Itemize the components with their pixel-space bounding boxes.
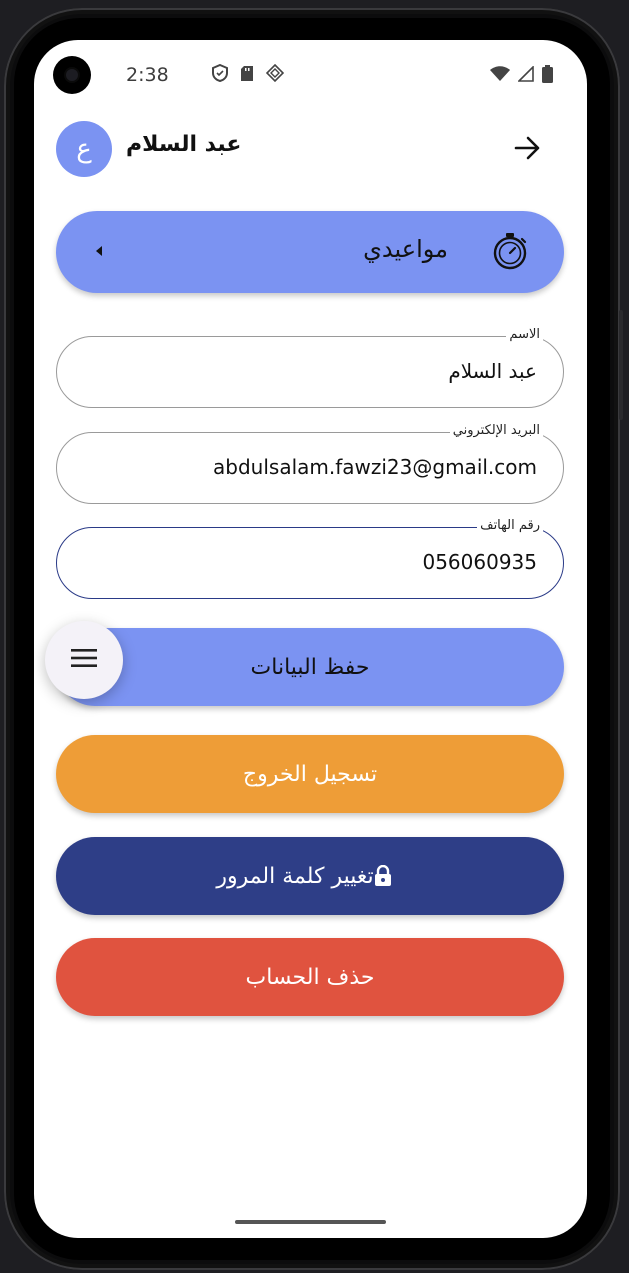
phone-value[interactable]: 056060935 <box>422 550 537 574</box>
caret-left-icon <box>96 246 102 256</box>
save-label: حفظ البيانات <box>250 654 370 680</box>
delete-account-button[interactable]: حذف الحساب <box>56 938 564 1016</box>
delete-account-label: حذف الحساب <box>245 964 375 990</box>
change-password-button[interactable]: تغيير كلمة المرور <box>56 837 564 915</box>
name-value[interactable]: عبد السلام <box>448 359 537 383</box>
timer-icon <box>490 231 530 275</box>
logout-label: تسجيل الخروج <box>242 761 378 787</box>
phone-field[interactable]: رقم الهاتف 056060935 <box>56 517 564 599</box>
arrow-right-icon[interactable] <box>514 135 542 165</box>
app-screen: 2:38 ع عبد السلام مواعيدي الاسم عبد السل… <box>34 40 587 1238</box>
change-password-label: تغيير كلمة المرور <box>216 863 374 889</box>
lock-icon <box>374 865 392 887</box>
logout-button[interactable]: تسجيل الخروج <box>56 735 564 813</box>
diamond-grid-icon <box>265 63 285 86</box>
sd-card-icon <box>240 65 254 86</box>
save-button[interactable]: حفظ البيانات <box>56 628 564 706</box>
side-button <box>619 310 623 420</box>
appointments-label: مواعيدي <box>363 235 448 263</box>
status-time: 2:38 <box>126 64 169 86</box>
battery-icon <box>542 65 553 87</box>
avatar-letter: ع <box>76 134 92 164</box>
status-icons-left <box>172 63 285 86</box>
shield-icon <box>212 63 228 86</box>
name-label: الاسم <box>506 326 543 344</box>
wifi-icon <box>490 66 510 86</box>
status-icons-right <box>490 65 553 87</box>
front-camera <box>53 56 91 94</box>
avatar[interactable]: ع <box>56 121 112 177</box>
email-field[interactable]: البريد الإلكتروني abdulsalam.fawzi23@gma… <box>56 422 564 504</box>
appointments-button[interactable]: مواعيدي <box>56 211 564 293</box>
signal-icon <box>517 65 534 86</box>
user-name: عبد السلام <box>126 132 242 157</box>
email-value[interactable]: abdulsalam.fawzi23@gmail.com <box>213 455 537 479</box>
phone-label: رقم الهاتف <box>477 517 543 535</box>
name-field[interactable]: الاسم عبد السلام <box>56 326 564 408</box>
menu-icon <box>71 648 97 672</box>
home-indicator[interactable] <box>235 1220 386 1224</box>
menu-fab[interactable] <box>45 621 123 699</box>
email-label: البريد الإلكتروني <box>449 422 543 440</box>
